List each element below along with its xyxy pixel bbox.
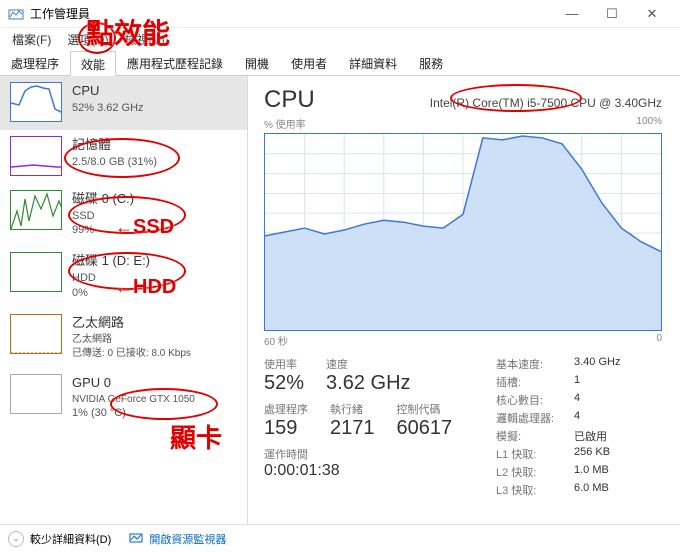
spec-val: 已啟用 bbox=[574, 428, 607, 444]
close-button[interactable]: ✕ bbox=[632, 1, 672, 27]
sidebar-item-ethernet[interactable]: 乙太網路 乙太網路 已傳送: 0 已接收: 8.0 Kbps bbox=[0, 308, 247, 368]
ethernet-sparkline bbox=[10, 314, 62, 354]
speed-value: 3.62 GHz bbox=[326, 372, 410, 395]
spec-row: L1 快取:256 KB bbox=[496, 446, 620, 462]
sidebar-gpu-label: GPU 0 bbox=[72, 374, 195, 392]
minimize-button[interactable]: — bbox=[552, 1, 592, 27]
sidebar-memory-value: 2.5/8.0 GB (31%) bbox=[72, 155, 157, 170]
tabbar: 處理程序 效能 應用程式歷程記錄 開機 使用者 詳細資料 服務 bbox=[0, 50, 680, 76]
spec-val: 3.40 GHz bbox=[574, 356, 620, 372]
spec-key: L1 快取: bbox=[496, 446, 574, 462]
menu-view[interactable]: 檢視(V) bbox=[117, 29, 173, 50]
tab-startup[interactable]: 開機 bbox=[234, 50, 280, 75]
sidebar-disk1-label: 磁碟 1 (D: E:) bbox=[72, 252, 150, 270]
sidebar-item-gpu0[interactable]: GPU 0 NVIDIA GeForce GTX 1050 1% (30 °C) bbox=[0, 368, 247, 429]
uptime-value: 0:00:01:38 bbox=[264, 462, 484, 480]
spec-row: 模擬:已啟用 bbox=[496, 428, 620, 444]
x-axis-right: 0 bbox=[656, 333, 662, 348]
window-title: 工作管理員 bbox=[30, 5, 552, 22]
fewer-details-icon[interactable]: ⌄ bbox=[8, 531, 24, 547]
spec-row: 邏輯處理器:4 bbox=[496, 410, 620, 426]
sidebar-cpu-value: 52% 3.62 GHz bbox=[72, 101, 144, 116]
sidebar-item-disk0[interactable]: 磁碟 0 (C:) SSD 99% bbox=[0, 184, 247, 246]
spec-key: 核心數目: bbox=[496, 392, 574, 408]
gpu-sparkline bbox=[10, 374, 62, 414]
cpu-specs: 基本速度:3.40 GHz插槽:1核心數目:4邏輯處理器:4模擬:已啟用L1 快… bbox=[496, 356, 620, 500]
threads-label: 執行緒 bbox=[330, 401, 375, 417]
uptime-label: 運作時間 bbox=[264, 446, 484, 462]
memory-sparkline bbox=[10, 136, 62, 176]
spec-key: L2 快取: bbox=[496, 464, 574, 480]
sidebar-memory-label: 記憶體 bbox=[72, 136, 157, 154]
menu-file[interactable]: 檔案(F) bbox=[4, 29, 59, 50]
spec-row: L3 快取:6.0 MB bbox=[496, 482, 620, 498]
cpu-sparkline bbox=[10, 82, 62, 122]
spec-key: L3 快取: bbox=[496, 482, 574, 498]
performance-sidebar: CPU 52% 3.62 GHz 記憶體 2.5/8.0 GB (31%) 磁碟… bbox=[0, 76, 248, 524]
cpu-model: Intel(R) Core(TM) i5-7500 CPU @ 3.40GHz bbox=[430, 96, 662, 110]
threads-value: 2171 bbox=[330, 417, 375, 440]
tab-details[interactable]: 詳細資料 bbox=[338, 50, 408, 75]
spec-val: 256 KB bbox=[574, 446, 610, 462]
spec-val: 4 bbox=[574, 410, 580, 426]
sidebar-disk0-label: 磁碟 0 (C:) bbox=[72, 190, 134, 208]
sidebar-disk1-value: 0% bbox=[72, 286, 150, 301]
sidebar-disk0-value: 99% bbox=[72, 223, 134, 238]
bottombar: ⌄ 較少詳細資料(D) 開啟資源監視器 bbox=[0, 524, 680, 552]
open-resmon-link[interactable]: 開啟資源監視器 bbox=[129, 531, 226, 547]
maximize-button[interactable]: ☐ bbox=[592, 1, 632, 27]
handles-value: 60617 bbox=[397, 417, 453, 440]
sidebar-cpu-label: CPU bbox=[72, 82, 144, 100]
y-axis-max: 100% bbox=[636, 116, 662, 131]
spec-key: 模擬: bbox=[496, 428, 574, 444]
x-axis-left: 60 秒 bbox=[264, 333, 288, 348]
cpu-chart bbox=[264, 133, 662, 331]
menubar: 檔案(F) 選項(O) 檢視(V) bbox=[0, 28, 680, 50]
titlebar: 工作管理員 — ☐ ✕ bbox=[0, 0, 680, 28]
spec-row: 插槽:1 bbox=[496, 374, 620, 390]
sidebar-ethernet-label: 乙太網路 bbox=[72, 314, 191, 332]
sidebar-item-cpu[interactable]: CPU 52% 3.62 GHz bbox=[0, 76, 247, 130]
tab-users[interactable]: 使用者 bbox=[280, 50, 338, 75]
detail-title: CPU bbox=[264, 86, 315, 114]
spec-val: 1 bbox=[574, 374, 580, 390]
app-icon bbox=[8, 6, 24, 22]
tab-performance[interactable]: 效能 bbox=[70, 51, 116, 76]
util-value: 52% bbox=[264, 372, 304, 395]
spec-val: 6.0 MB bbox=[574, 482, 609, 498]
spec-row: 基本速度:3.40 GHz bbox=[496, 356, 620, 372]
y-axis-label: % 使用率 bbox=[264, 116, 306, 131]
detail-panel: CPU Intel(R) Core(TM) i5-7500 CPU @ 3.40… bbox=[248, 76, 680, 524]
sidebar-gpu-model: NVIDIA GeForce GTX 1050 bbox=[72, 393, 195, 407]
processes-label: 處理程序 bbox=[264, 401, 308, 417]
spec-row: 核心數目:4 bbox=[496, 392, 620, 408]
tab-app-history[interactable]: 應用程式歷程記錄 bbox=[116, 50, 234, 75]
speed-label: 速度 bbox=[326, 356, 410, 372]
handles-label: 控制代碼 bbox=[397, 401, 453, 417]
processes-value: 159 bbox=[264, 417, 308, 440]
fewer-details-label[interactable]: 較少詳細資料(D) bbox=[30, 531, 111, 547]
sidebar-item-memory[interactable]: 記憶體 2.5/8.0 GB (31%) bbox=[0, 130, 247, 184]
tab-processes[interactable]: 處理程序 bbox=[0, 50, 70, 75]
util-label: 使用率 bbox=[264, 356, 304, 372]
spec-key: 插槽: bbox=[496, 374, 574, 390]
spec-val: 4 bbox=[574, 392, 580, 408]
spec-key: 邏輯處理器: bbox=[496, 410, 574, 426]
spec-key: 基本速度: bbox=[496, 356, 574, 372]
sidebar-disk1-type: HDD bbox=[72, 271, 150, 286]
resmon-icon bbox=[129, 531, 143, 545]
disk0-sparkline bbox=[10, 190, 62, 230]
spec-row: L2 快取:1.0 MB bbox=[496, 464, 620, 480]
sidebar-ethernet-value: 已傳送: 0 已接收: 8.0 Kbps bbox=[72, 347, 191, 361]
sidebar-gpu-value: 1% (30 °C) bbox=[72, 406, 195, 421]
tab-services[interactable]: 服務 bbox=[408, 50, 454, 75]
sidebar-ethernet-type: 乙太網路 bbox=[72, 333, 191, 347]
disk1-sparkline bbox=[10, 252, 62, 292]
sidebar-item-disk1[interactable]: 磁碟 1 (D: E:) HDD 0% bbox=[0, 246, 247, 308]
spec-val: 1.0 MB bbox=[574, 464, 609, 480]
menu-options[interactable]: 選項(O) bbox=[59, 29, 116, 50]
sidebar-disk0-type: SSD bbox=[72, 209, 134, 224]
